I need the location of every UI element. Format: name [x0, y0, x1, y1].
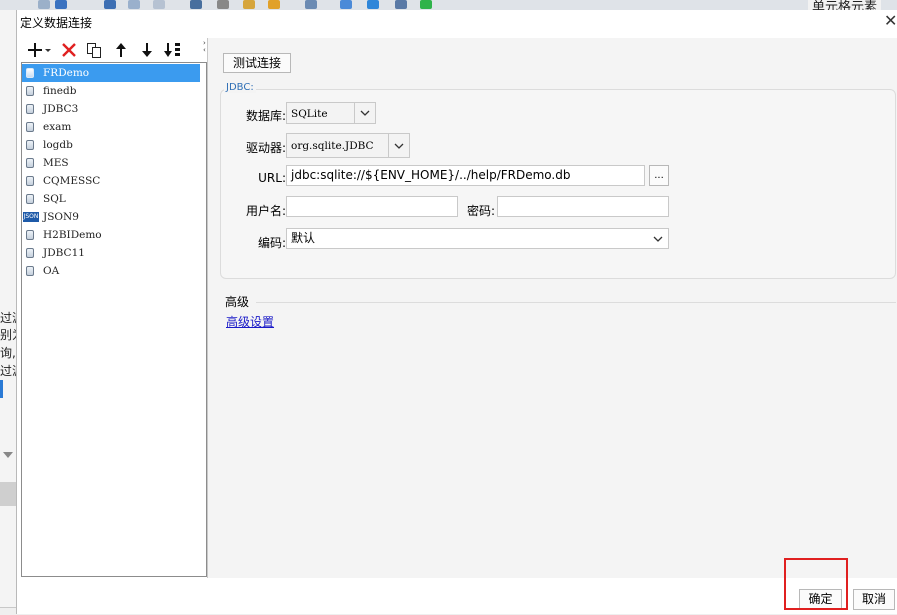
json-icon: JSON [23, 212, 39, 222]
list-item[interactable]: OA [22, 262, 200, 280]
background-left-panel: 过滤 别为 询, 过滤 [0, 10, 16, 614]
list-item[interactable]: finedb [22, 82, 200, 100]
connection-name: FRDemo [43, 67, 90, 79]
app-toolbar-icon[interactable] [367, 0, 379, 9]
database-icon [26, 248, 34, 258]
background-text: 询, [0, 346, 16, 360]
connection-toolbar [21, 38, 207, 62]
dialog-title-bar[interactable]: 定义数据连接 ✕ [17, 10, 897, 34]
list-item[interactable]: SQL [22, 190, 200, 208]
app-toolbar-icon[interactable] [153, 0, 165, 9]
app-toolbar-icon[interactable] [104, 0, 116, 9]
background-row [0, 482, 16, 506]
background-text: 过滤 [0, 311, 16, 325]
background-text: 别为 [0, 328, 16, 342]
list-item[interactable]: CQMESSC [22, 172, 200, 190]
app-toolbar-icon[interactable] [243, 0, 255, 9]
chevron-down-icon[interactable] [388, 134, 409, 157]
connection-name: SQL [43, 193, 66, 205]
highlight-box [784, 558, 848, 610]
cancel-button[interactable]: 取消 [853, 589, 895, 610]
chevron-down-icon[interactable] [354, 103, 375, 123]
browse-button[interactable]: ... [649, 165, 669, 186]
dialog-button-bar: 确定 取消 [17, 578, 897, 614]
add-icon[interactable] [27, 40, 53, 60]
database-icon [26, 104, 34, 114]
connection-name: MES [43, 157, 69, 169]
chevron-down-icon[interactable] [648, 229, 668, 248]
list-item[interactable]: FRDemo [22, 64, 200, 82]
encoding-label: 编码: [257, 236, 286, 250]
username-input[interactable] [286, 196, 458, 217]
app-toolbar-icon[interactable] [395, 0, 407, 9]
database-select-value: SQLite [291, 108, 328, 120]
move-up-icon[interactable] [111, 40, 131, 60]
driver-select-value: org.sqlite.JDBC [291, 140, 374, 152]
list-item[interactable]: JDBC3 [22, 100, 200, 118]
connection-name: exam [43, 121, 72, 133]
app-toolbar-icon[interactable] [55, 0, 67, 9]
connection-name: JDBC11 [43, 247, 85, 259]
copy-icon[interactable] [84, 40, 104, 60]
connection-list-panel: FRDemo finedb JDBC3 exam logdb MES CQMES… [21, 38, 207, 587]
list-item[interactable]: MES [22, 154, 200, 172]
database-icon [26, 176, 34, 186]
app-toolbar-icon[interactable] [268, 0, 280, 9]
username-label: 用户名: [245, 204, 286, 218]
database-icon [26, 122, 34, 132]
driver-select[interactable]: org.sqlite.JDBC [286, 133, 410, 158]
advanced-settings-link[interactable]: 高级设置 [226, 313, 274, 330]
connection-name: finedb [43, 85, 77, 97]
chevron-down-icon[interactable] [3, 452, 13, 458]
encoding-select[interactable]: 默认 [286, 228, 669, 249]
connection-name: JSON9 [43, 211, 79, 223]
list-item[interactable]: JSON JSON9 [22, 208, 200, 226]
database-icon [26, 86, 34, 96]
list-item[interactable]: logdb [22, 136, 200, 154]
test-connection-button[interactable]: 测试连接 [223, 53, 291, 73]
move-down-icon[interactable] [137, 40, 157, 60]
database-icon [26, 194, 34, 204]
connection-name: OA [43, 265, 60, 277]
list-item[interactable]: exam [22, 118, 200, 136]
background-text: 过滤 [0, 364, 16, 378]
jdbc-group-label: JDBC: [224, 82, 256, 93]
url-label: URL: [258, 171, 286, 185]
database-icon [26, 140, 34, 150]
connection-name: JDBC3 [43, 103, 79, 115]
advanced-divider [256, 302, 896, 303]
connection-name: CQMESSC [43, 175, 101, 187]
database-select[interactable]: SQLite [286, 102, 376, 124]
app-toolbar-icon[interactable] [190, 0, 202, 9]
app-toolbar-icon[interactable] [38, 0, 50, 9]
url-input[interactable]: jdbc:sqlite://${ENV_HOME}/../help/FRDemo… [286, 165, 645, 186]
database-icon [26, 230, 34, 240]
connection-name: logdb [43, 139, 73, 151]
app-toolbar-icon[interactable] [340, 0, 352, 9]
password-label: 密码: [466, 204, 495, 218]
database-icon [26, 266, 34, 276]
list-item[interactable]: JDBC11 [22, 244, 200, 262]
background-selection-marker [0, 380, 3, 398]
sort-icon[interactable] [163, 40, 183, 60]
advanced-label: 高级 [225, 295, 250, 309]
driver-label: 驱动器: [245, 141, 286, 155]
connection-name: H2BIDemo [43, 229, 102, 241]
app-toolbar-icon[interactable] [420, 0, 432, 9]
dialog-title: 定义数据连接 [20, 16, 93, 30]
close-icon[interactable]: ✕ [884, 12, 897, 30]
database-label: 数据库: [245, 109, 286, 123]
encoding-select-value: 默认 [291, 231, 316, 245]
connection-settings-panel: 测试连接 JDBC: 数据库: SQLite 驱动器: org.sqlite.J… [208, 38, 897, 578]
define-data-connection-dialog: 定义数据连接 ✕ FRDemo finedb JDBC3 exam logdb … [16, 10, 897, 614]
database-icon [26, 158, 34, 168]
app-toolbar-icon[interactable] [305, 0, 317, 9]
list-item[interactable]: H2BIDemo [22, 226, 200, 244]
connection-list[interactable]: FRDemo finedb JDBC3 exam logdb MES CQMES… [21, 62, 207, 577]
delete-icon[interactable] [59, 40, 79, 60]
app-toolbar-icon[interactable] [128, 0, 140, 9]
app-toolbar-icon[interactable] [217, 0, 229, 9]
database-icon [26, 68, 34, 78]
password-input[interactable] [497, 196, 669, 217]
